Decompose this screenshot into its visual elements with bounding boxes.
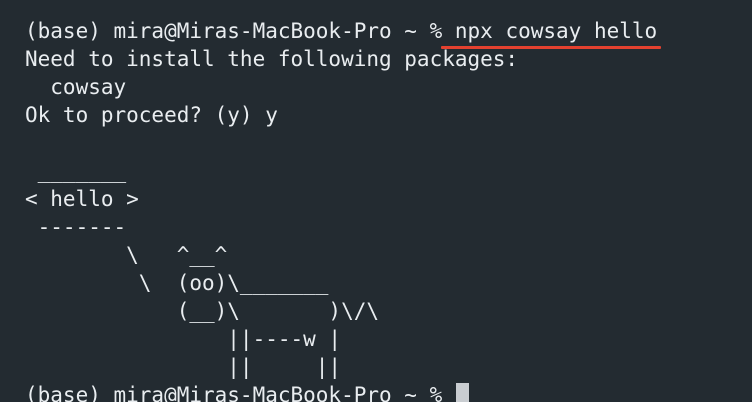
output-line: Need to install the following packages: [25,47,519,71]
cowsay-line: _______ [25,159,127,183]
cowsay-line: ------- [25,215,127,239]
cowsay-line: || || [25,355,342,379]
cowsay-line: \ ^__^ [25,243,228,267]
terminal-window[interactable]: (base) mira@Miras-MacBook-Pro ~ % npx co… [0,0,752,402]
cowsay-line: \ (oo)\_______ [25,271,329,295]
shell-prompt: (base) mira@Miras-MacBook-Pro ~ % [25,383,455,402]
cowsay-line: ||----w | [25,327,342,351]
cowsay-line: < hello > [25,187,139,211]
cowsay-line: (__)\ )\/\ [25,299,380,323]
current-prompt-line[interactable]: (base) mira@Miras-MacBook-Pro ~ % [25,381,752,402]
output-line: cowsay [25,75,127,99]
output-line: Ok to proceed? (y) y [25,103,278,127]
shell-prompt: (base) mira@Miras-MacBook-Pro ~ % [25,19,455,43]
command-line: (base) mira@Miras-MacBook-Pro ~ % npx co… [25,17,752,49]
entered-command: npx cowsay hello [454,19,658,43]
text-cursor [455,383,469,402]
